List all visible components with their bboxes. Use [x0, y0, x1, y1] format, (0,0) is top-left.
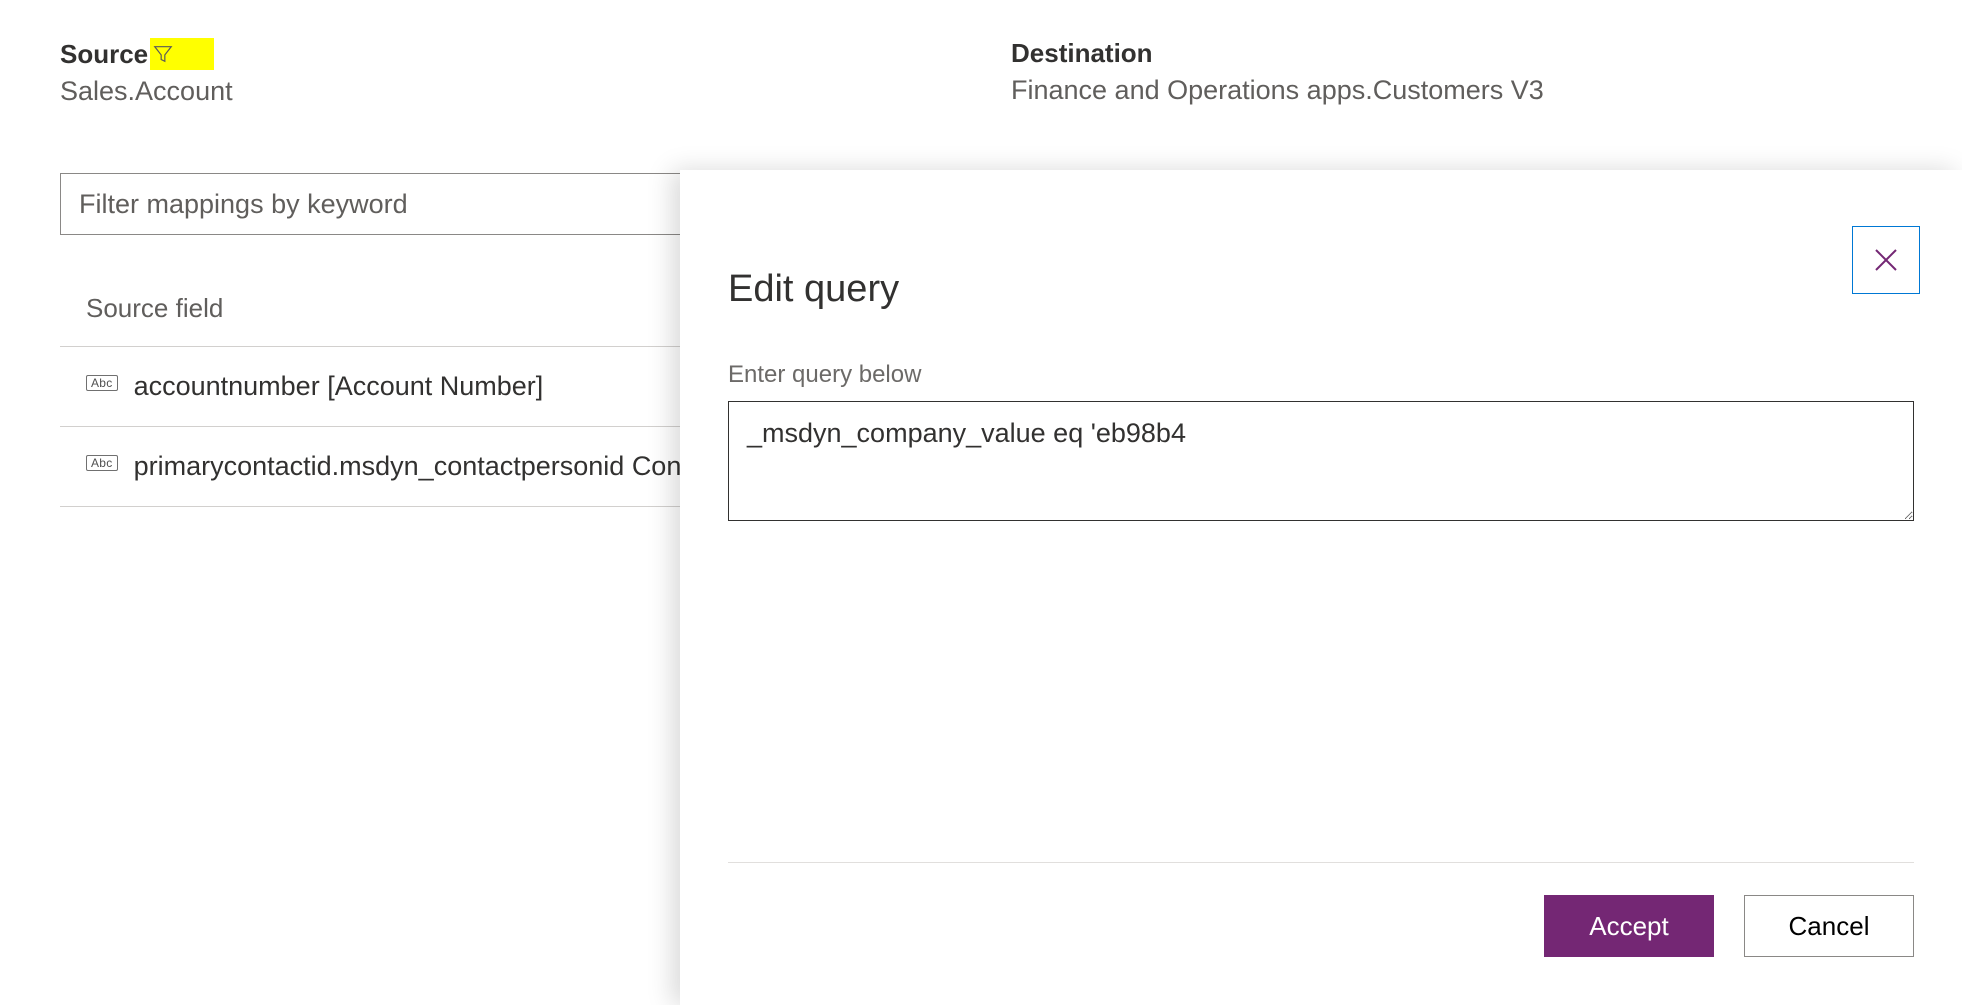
- dialog-title: Edit query: [728, 268, 1914, 311]
- source-label: Source: [60, 39, 148, 70]
- dialog-divider: [728, 862, 1914, 863]
- cancel-button[interactable]: Cancel: [1744, 895, 1914, 957]
- query-input[interactable]: [728, 401, 1914, 521]
- filter-icon: [152, 43, 174, 65]
- filter-icon-highlight[interactable]: [150, 38, 214, 70]
- close-icon: [1871, 245, 1901, 275]
- query-label: Enter query below: [728, 361, 1914, 389]
- accept-button[interactable]: Accept: [1544, 895, 1714, 957]
- source-value: Sales.Account: [60, 76, 951, 107]
- field-text: accountnumber [Account Number]: [134, 369, 544, 404]
- edit-query-dialog: Edit query Enter query below Accept Canc…: [680, 170, 1962, 1005]
- abc-type-icon: Abc: [86, 455, 118, 471]
- destination-value: Finance and Operations apps.Customers V3: [1011, 75, 1902, 106]
- close-button[interactable]: [1852, 226, 1920, 294]
- abc-type-icon: Abc: [86, 375, 118, 391]
- source-header: Source: [60, 38, 214, 70]
- destination-label: Destination: [1011, 38, 1153, 69]
